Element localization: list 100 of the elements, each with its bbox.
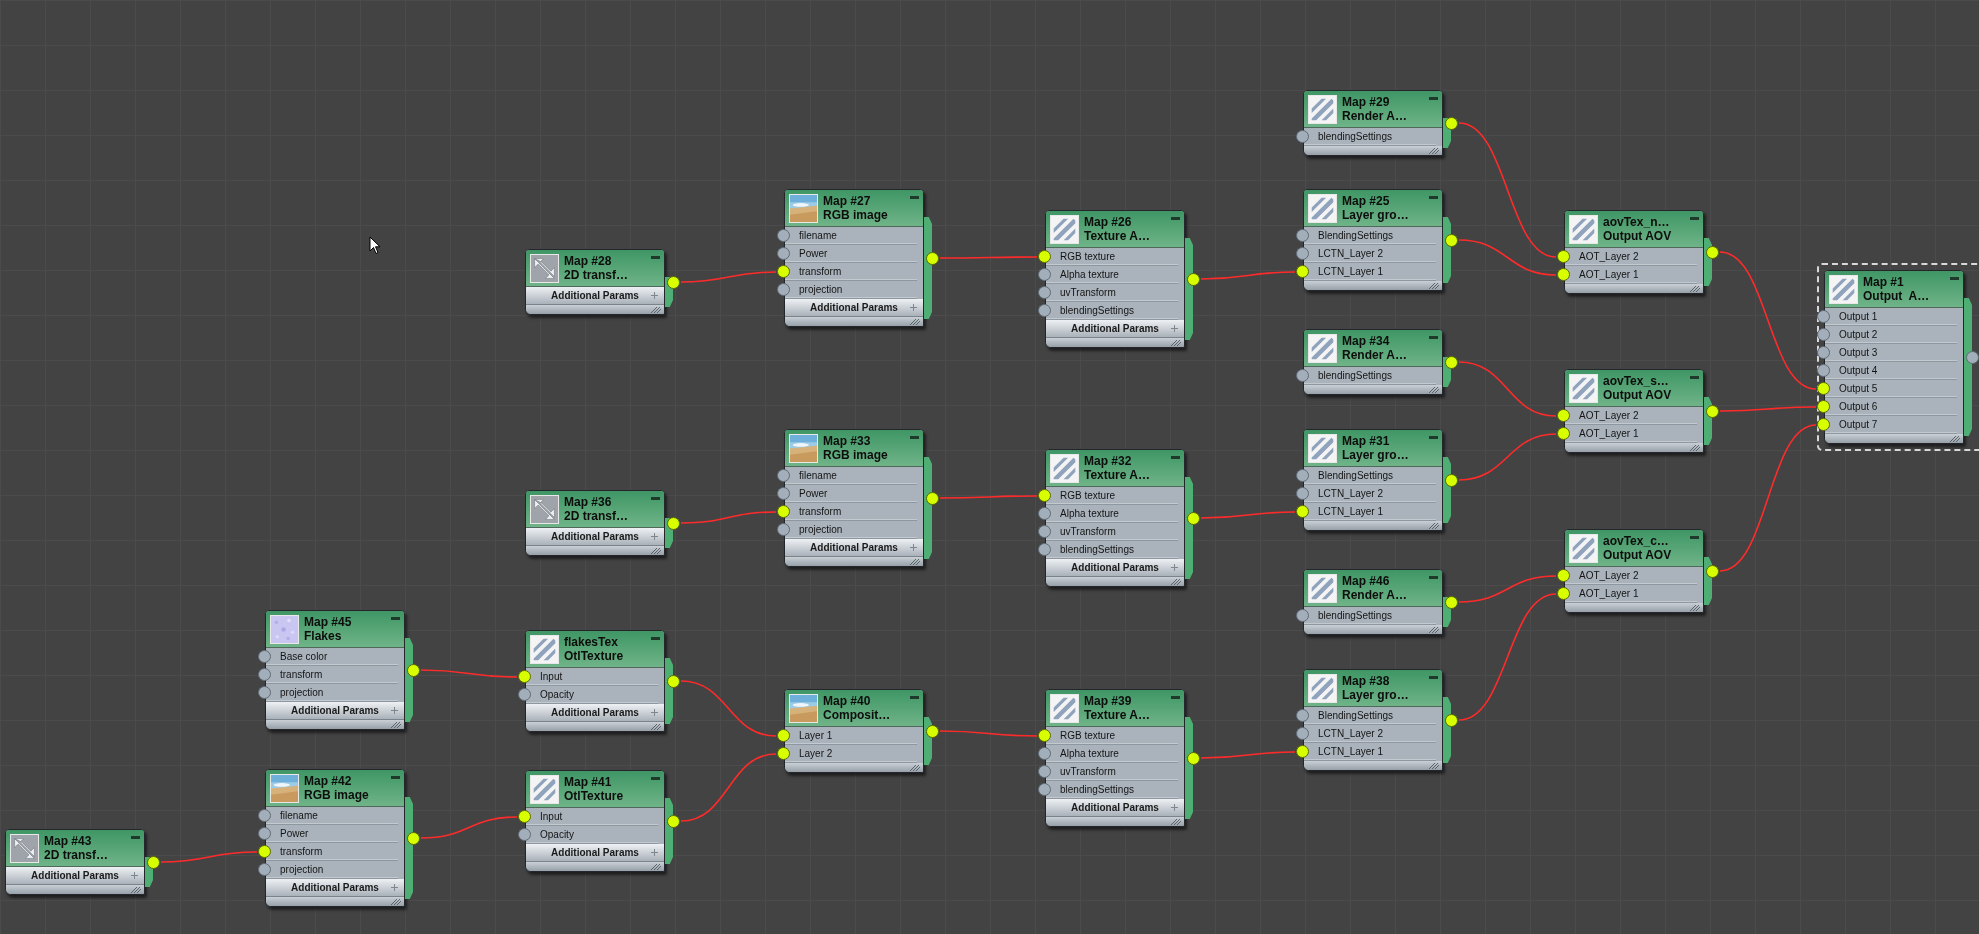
output-socket[interactable]	[1445, 355, 1458, 369]
node-card[interactable]: Map #42 RGB image filename Power transform projection Additional Params	[265, 769, 405, 907]
node-header[interactable]: Map #45 Flakes	[266, 611, 404, 648]
selection-frame[interactable]: aovTex_c… Output AOV AOT_Layer 2 AOT_Layer 1	[1557, 522, 1725, 620]
selection-frame[interactable]: Map #41 OtlTexture Input Opacity Additional Params	[518, 763, 686, 879]
resize-grip-icon[interactable]	[1169, 579, 1181, 585]
resize-grip-icon[interactable]	[908, 319, 920, 325]
additional-params-bar[interactable]: Additional Params	[1046, 320, 1184, 338]
additional-params-bar[interactable]: Additional Params	[526, 528, 664, 546]
plus-icon[interactable]	[1171, 804, 1178, 811]
node-header[interactable]: Map #46 Render A…	[1304, 570, 1442, 607]
node-header[interactable]: flakesTex OtlTexture	[526, 631, 664, 668]
selection-frame[interactable]: Map #36 2D transf… Additional Params	[518, 483, 686, 563]
selection-frame[interactable]: Map #1 Output A… Output 1 Output 2 Output 3 Output 4 Output 5 Output 6 Output 7	[1817, 263, 1979, 451]
additional-params-bar[interactable]: Additional Params	[526, 704, 664, 722]
node-card[interactable]: Map #28 2D transf… Additional Params	[525, 249, 665, 315]
node-header[interactable]: Map #1 Output A…	[1825, 271, 1963, 308]
node-card[interactable]: Map #34 Render A… blendingSettings	[1303, 329, 1443, 395]
output-socket[interactable]	[1445, 116, 1458, 130]
selection-frame[interactable]: Map #33 RGB image filename Power transform projection Additional Params	[777, 422, 945, 574]
node-header[interactable]: Map #28 2D transf…	[526, 250, 664, 287]
node-header[interactable]: aovTex_n… Output AOV	[1565, 211, 1703, 248]
node-card[interactable]: Map #29 Render A… blendingSettings	[1303, 90, 1443, 156]
node-header[interactable]: Map #36 2D transf…	[526, 491, 664, 528]
node-header[interactable]: Map #39 Texture A…	[1046, 690, 1184, 727]
node-header[interactable]: Map #38 Layer gro…	[1304, 670, 1442, 707]
node-card[interactable]: Map #25 Layer gro… BlendingSettings LCTN_Layer 2 LCTN_Layer 1	[1303, 189, 1443, 291]
node-card[interactable]: Map #26 Texture A… RGB texture Alpha texture uvTransform blendingSettings Additional Params	[1045, 210, 1185, 348]
resize-grip-icon[interactable]	[908, 559, 920, 565]
plus-icon[interactable]	[1171, 564, 1178, 571]
selection-frame[interactable]: Map #40 Composit… Layer 1 Layer 2	[777, 682, 945, 780]
node-card[interactable]: Map #31 Layer gro… BlendingSettings LCTN_Layer 2 LCTN_Layer 1	[1303, 429, 1443, 531]
node-card[interactable]: Map #1 Output A… Output 1 Output 2 Output 3 Output 4 Output 5 Output 6 Output 7	[1824, 270, 1964, 444]
selection-frame[interactable]: aovTex_s… Output AOV AOT_Layer 2 AOT_Layer 1	[1557, 362, 1725, 460]
node-card[interactable]: aovTex_s… Output AOV AOT_Layer 2 AOT_Layer 1	[1564, 369, 1704, 453]
additional-params-bar[interactable]: Additional Params	[6, 867, 144, 885]
plus-icon[interactable]	[910, 544, 917, 551]
plus-icon[interactable]	[910, 304, 917, 311]
resize-grip-icon[interactable]	[1948, 436, 1960, 442]
resize-grip-icon[interactable]	[389, 899, 401, 905]
node-header[interactable]: Map #42 RGB image	[266, 770, 404, 807]
additional-params-bar[interactable]: Additional Params	[1046, 559, 1184, 577]
selection-frame[interactable]: Map #46 Render A… blendingSettings	[1296, 562, 1464, 642]
node-header[interactable]: Map #32 Texture A…	[1046, 450, 1184, 487]
selection-frame[interactable]: flakesTex OtlTexture Input Opacity Additional Params	[518, 623, 686, 739]
node-card[interactable]: aovTex_n… Output AOV AOT_Layer 2 AOT_Layer 1	[1564, 210, 1704, 294]
plus-icon[interactable]	[651, 709, 658, 716]
plus-icon[interactable]	[391, 707, 398, 714]
selection-frame[interactable]: Map #27 RGB image filename Power transform projection Additional Params	[777, 182, 945, 334]
node-card[interactable]: Map #38 Layer gro… BlendingSettings LCTN_Layer 2 LCTN_Layer 1	[1303, 669, 1443, 771]
resize-grip-icon[interactable]	[389, 722, 401, 728]
selection-frame[interactable]: Map #26 Texture A… RGB texture Alpha texture uvTransform blendingSettings Additional Params	[1038, 203, 1206, 355]
node-card[interactable]: flakesTex OtlTexture Input Opacity Additional Params	[525, 630, 665, 732]
resize-grip-icon[interactable]	[129, 887, 141, 893]
selection-frame[interactable]: Map #45 Flakes Base color transform projection Additional Params	[258, 603, 426, 737]
output-socket[interactable]	[667, 516, 680, 530]
node-header[interactable]: aovTex_s… Output AOV	[1565, 370, 1703, 407]
selection-frame[interactable]: Map #31 Layer gro… BlendingSettings LCTN_Layer 2 LCTN_Layer 1	[1296, 422, 1464, 538]
additional-params-bar[interactable]: Additional Params	[266, 702, 404, 720]
plus-icon[interactable]	[131, 872, 138, 879]
node-card[interactable]: Map #46 Render A… blendingSettings	[1303, 569, 1443, 635]
resize-grip-icon[interactable]	[1688, 286, 1700, 292]
resize-grip-icon[interactable]	[649, 307, 661, 313]
resize-grip-icon[interactable]	[908, 765, 920, 771]
selection-frame[interactable]: Map #39 Texture A… RGB texture Alpha texture uvTransform blendingSettings Additional Params	[1038, 682, 1206, 834]
node-header[interactable]: Map #34 Render A…	[1304, 330, 1442, 367]
node-header[interactable]: Map #31 Layer gro…	[1304, 430, 1442, 467]
plus-icon[interactable]	[651, 533, 658, 540]
selection-frame[interactable]: Map #42 RGB image filename Power transform projection Additional Params	[258, 762, 426, 914]
selection-frame[interactable]: Map #25 Layer gro… BlendingSettings LCTN_Layer 2 LCTN_Layer 1	[1296, 182, 1464, 298]
node-header[interactable]: Map #25 Layer gro…	[1304, 190, 1442, 227]
additional-params-bar[interactable]: Additional Params	[1046, 799, 1184, 817]
additional-params-bar[interactable]: Additional Params	[785, 299, 923, 317]
resize-grip-icon[interactable]	[1427, 148, 1439, 154]
selection-frame[interactable]: aovTex_n… Output AOV AOT_Layer 2 AOT_Layer 1	[1557, 203, 1725, 301]
resize-grip-icon[interactable]	[1169, 819, 1181, 825]
node-header[interactable]: Map #27 RGB image	[785, 190, 923, 227]
resize-grip-icon[interactable]	[649, 864, 661, 870]
resize-grip-icon[interactable]	[1688, 445, 1700, 451]
node-card[interactable]: aovTex_c… Output AOV AOT_Layer 2 AOT_Layer 1	[1564, 529, 1704, 613]
additional-params-bar[interactable]: Additional Params	[266, 879, 404, 897]
resize-grip-icon[interactable]	[649, 548, 661, 554]
node-card[interactable]: Map #39 Texture A… RGB texture Alpha texture uvTransform blendingSettings Additional Params	[1045, 689, 1185, 827]
node-card[interactable]: Map #45 Flakes Base color transform projection Additional Params	[265, 610, 405, 730]
additional-params-bar[interactable]: Additional Params	[785, 539, 923, 557]
node-card[interactable]: Map #40 Composit… Layer 1 Layer 2	[784, 689, 924, 773]
selection-frame[interactable]: Map #38 Layer gro… BlendingSettings LCTN_Layer 2 LCTN_Layer 1	[1296, 662, 1464, 778]
node-header[interactable]: Map #29 Render A…	[1304, 91, 1442, 128]
additional-params-bar[interactable]: Additional Params	[526, 287, 664, 305]
resize-grip-icon[interactable]	[1169, 340, 1181, 346]
selection-frame[interactable]: Map #32 Texture A… RGB texture Alpha texture uvTransform blendingSettings Additional Params	[1038, 442, 1206, 594]
additional-params-bar[interactable]: Additional Params	[526, 844, 664, 862]
node-card[interactable]: Map #36 2D transf… Additional Params	[525, 490, 665, 556]
output-socket[interactable]	[667, 275, 680, 289]
plus-icon[interactable]	[391, 884, 398, 891]
node-header[interactable]: Map #41 OtlTexture	[526, 771, 664, 808]
selection-frame[interactable]: Map #29 Render A… blendingSettings	[1296, 83, 1464, 163]
node-header[interactable]: Map #40 Composit…	[785, 690, 923, 727]
output-socket[interactable]	[147, 855, 160, 869]
plus-icon[interactable]	[651, 292, 658, 299]
